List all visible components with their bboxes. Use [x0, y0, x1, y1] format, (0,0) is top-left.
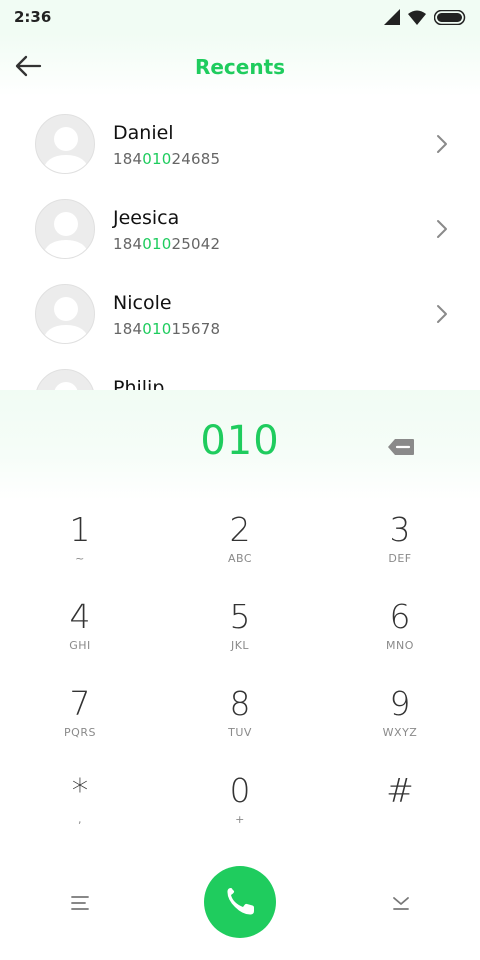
key-1[interactable]: 1 ~	[20, 510, 140, 590]
person-icon	[42, 212, 90, 258]
contact-number: 18401024685	[113, 150, 221, 168]
contact-name: Daniel	[113, 122, 174, 144]
key-6[interactable]: 6 MNO	[340, 597, 460, 677]
key-8[interactable]: 8 TUV	[180, 684, 300, 764]
key-2[interactable]: 2 ABC	[180, 510, 300, 590]
contact-detail-button[interactable]	[434, 219, 450, 239]
contact-row-philip[interactable]: Philip	[0, 355, 480, 390]
key-0[interactable]: 0 +	[180, 771, 300, 851]
chevron-right-icon	[437, 220, 447, 238]
contact-detail-button[interactable]	[434, 134, 450, 154]
chevron-right-icon	[437, 135, 447, 153]
menu-button[interactable]	[70, 894, 90, 912]
phone-icon	[227, 888, 254, 915]
chevron-right-icon	[437, 305, 447, 323]
contact-name: Nicole	[113, 292, 172, 314]
person-icon	[42, 297, 90, 343]
contact-name: Jeesica	[113, 207, 180, 229]
contact-row-daniel[interactable]: Daniel 18401024685	[0, 100, 480, 180]
avatar	[35, 199, 95, 259]
key-9[interactable]: 9 WXYZ	[340, 684, 460, 764]
avatar	[35, 284, 95, 344]
contact-detail-button[interactable]	[434, 304, 450, 324]
battery-icon	[434, 9, 466, 25]
dial-display: 010	[0, 390, 480, 500]
avatar	[35, 114, 95, 174]
contact-name: Philip	[113, 377, 165, 390]
recents-list: Daniel 18401024685 Jeesica 18401025042 N…	[0, 100, 480, 390]
backspace-icon	[388, 439, 414, 455]
key-3[interactable]: 3 DEF	[340, 510, 460, 590]
contact-number: 18401015678	[113, 320, 221, 338]
bottom-bar	[0, 866, 480, 938]
key-7[interactable]: 7 PQRS	[20, 684, 140, 764]
key-4[interactable]: 4 GHI	[20, 597, 140, 677]
contact-number: 18401025042	[113, 235, 221, 253]
key-5[interactable]: 5 JKL	[180, 597, 300, 677]
page-title: Recents	[194, 55, 286, 79]
menu-lines-icon	[71, 896, 89, 910]
contact-row-jeesica[interactable]: Jeesica 18401025042	[0, 185, 480, 265]
status-icons	[384, 9, 466, 25]
backspace-button[interactable]	[386, 436, 416, 458]
wifi-icon	[408, 10, 426, 25]
signal-icon	[384, 9, 400, 25]
person-icon	[42, 127, 90, 173]
key-star[interactable]: * ,	[20, 771, 140, 851]
person-icon	[54, 382, 78, 390]
header: Recents	[0, 34, 480, 96]
call-button[interactable]	[204, 866, 276, 938]
collapse-keypad-button[interactable]	[391, 893, 411, 913]
key-hash[interactable]: #	[340, 771, 460, 851]
chevron-down-bar-icon	[393, 897, 409, 910]
status-time: 2:36	[14, 8, 52, 26]
avatar	[35, 369, 95, 390]
contact-row-nicole[interactable]: Nicole 18401015678	[0, 270, 480, 350]
status-bar: 2:36	[0, 0, 480, 34]
